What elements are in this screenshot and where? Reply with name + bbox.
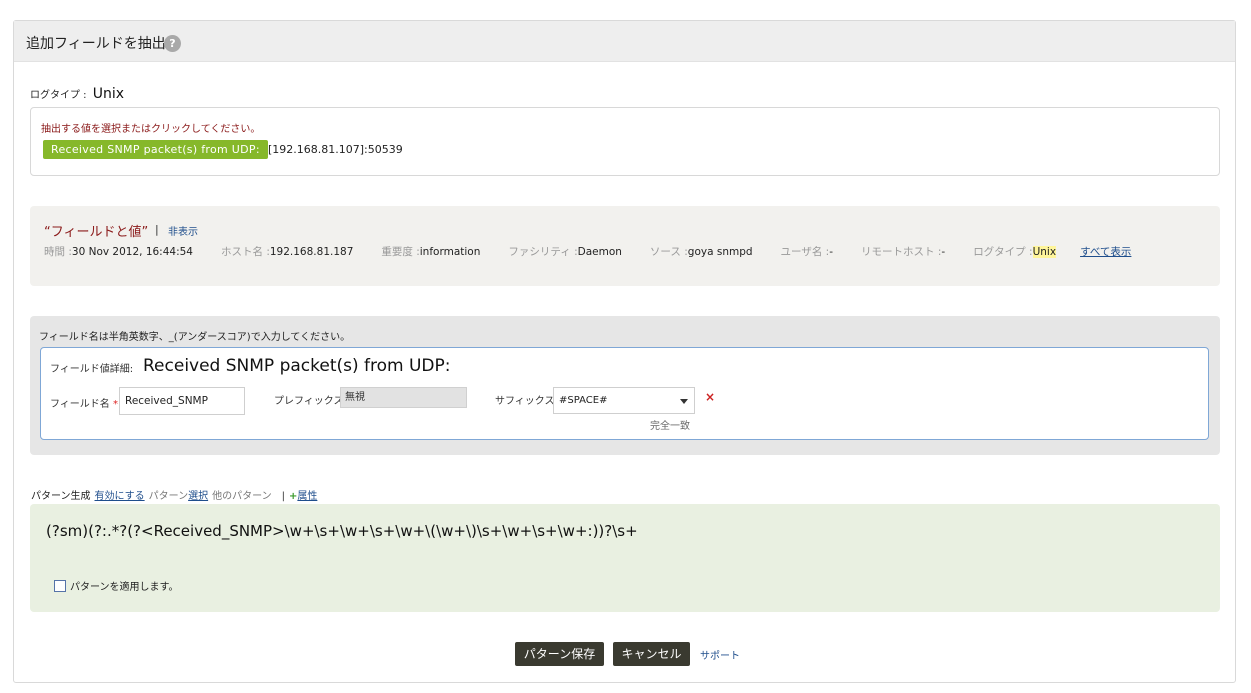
- selected-token[interactable]: Received SNMP packet(s) from UDP:: [43, 140, 268, 159]
- suffix-select[interactable]: #SPACE#: [553, 387, 695, 414]
- title-separator: |: [155, 223, 159, 236]
- meta-logtype: ログタイプ :Unix: [973, 246, 1057, 258]
- extract-fields-panel: 追加フィールドを抽出 ? ログタイプ : Unix 抽出する値を選択またはクリッ…: [13, 20, 1236, 683]
- apply-pattern-checkbox[interactable]: [54, 579, 66, 592]
- meta-severity: 重要度 :information: [381, 246, 481, 258]
- enable-link[interactable]: 有効にする: [95, 491, 145, 502]
- prefix-label: プレフィックス: [274, 396, 344, 407]
- pattern-select-prefix: パターン: [148, 491, 189, 502]
- field-name-note: フィールド名は半角英数字、_(アンダースコア)で入力してください。: [39, 332, 351, 343]
- field-detail-value: Received SNMP packet(s) from UDP:: [143, 356, 451, 376]
- panel-title: 追加フィールドを抽出: [26, 36, 166, 52]
- meta-hostname: ホスト名 :192.168.81.187: [220, 246, 354, 258]
- value-selection-box: 抽出する値を選択またはクリックしてください。 Received SNMP pac…: [30, 107, 1220, 176]
- support-link[interactable]: サポート: [700, 647, 740, 662]
- suffix-value: #SPACE#: [559, 395, 608, 406]
- suffix-label: サフィックス: [495, 396, 555, 407]
- meta-source: ソース :goya snmpd: [649, 246, 753, 258]
- unselected-token[interactable]: [192.168.81.107]:50539: [268, 143, 403, 156]
- exact-match-label: 完全一致: [650, 421, 690, 432]
- cancel-button[interactable]: キャンセル: [613, 642, 690, 666]
- field-detail-label: フィールド値詳細:: [50, 364, 134, 375]
- toolbar-separator: |: [281, 491, 285, 502]
- help-icon[interactable]: ?: [164, 35, 181, 52]
- apply-pattern-row[interactable]: パターンを適用します。: [54, 578, 179, 593]
- prefix-field: 無視: [340, 387, 467, 408]
- pattern-gen-label: パターン生成: [31, 491, 91, 502]
- logtype-label: ログタイプ :: [30, 90, 87, 101]
- meta-row: 時間 :30 Nov 2012, 16:44:54 ホスト名 :192.168.…: [44, 244, 1131, 259]
- field-name-input[interactable]: Received_SNMP: [119, 387, 245, 415]
- show-all-link[interactable]: すべて表示: [1080, 244, 1131, 259]
- meta-facility: ファシリティ :Daemon: [508, 246, 622, 258]
- apply-pattern-label: パターンを適用します。: [70, 582, 179, 593]
- logtype-value: Unix: [92, 86, 125, 102]
- logtype-row: ログタイプ : Unix: [30, 86, 124, 102]
- meta-username: ユーザ名 :-: [780, 246, 834, 258]
- meta-time: 時間 :30 Nov 2012, 16:44:54: [44, 246, 193, 258]
- pattern-box: (?sm)(?:.*?(?<Received_SNMP>\w+\s+\w+\s+…: [30, 504, 1220, 612]
- meta-remote-host: リモートホスト :-: [861, 246, 946, 258]
- save-pattern-button[interactable]: パターン保存: [515, 642, 604, 666]
- hide-link[interactable]: 非表示: [168, 223, 198, 238]
- field-name-section: フィールド名は半角英数字、_(アンダースコア)で入力してください。 フィールド値…: [30, 316, 1220, 455]
- other-patterns: 他のパターン: [212, 491, 272, 502]
- field-detail-card: フィールド値詳細: Received SNMP packet(s) from U…: [40, 347, 1209, 440]
- field-name-label: フィールド名 *: [50, 399, 118, 410]
- pattern-regex: (?sm)(?:.*?(?<Received_SNMP>\w+\s+\w+\s+…: [46, 522, 638, 540]
- fields-values-title: “フィールドと値”: [44, 225, 149, 240]
- fields-values-box: “フィールドと値” | 非表示 時間 :30 Nov 2012, 16:44:5…: [30, 206, 1220, 286]
- selection-instruction: 抽出する値を選択またはクリックしてください。: [41, 124, 261, 135]
- panel-header: 追加フィールドを抽出 ?: [14, 21, 1235, 62]
- required-mark: *: [113, 399, 118, 410]
- pattern-toolbar: パターン生成 有効にする パターン選択 他のパターン | +属性: [31, 487, 321, 502]
- attribute-link[interactable]: 属性: [297, 491, 317, 502]
- pattern-select-link[interactable]: 選択: [188, 491, 208, 502]
- close-icon[interactable]: ×: [705, 390, 715, 404]
- chevron-down-icon: [680, 399, 688, 404]
